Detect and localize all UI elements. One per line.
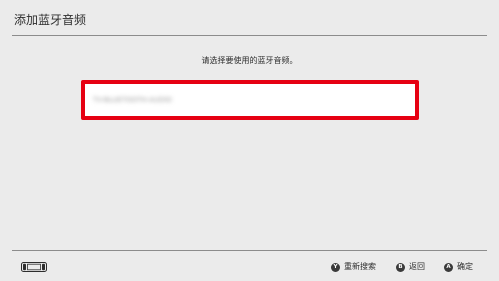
back-button[interactable]: B 返回 xyxy=(396,261,425,273)
joycon-controller-icon xyxy=(21,262,47,272)
y-button-icon: Y xyxy=(331,262,340,272)
header-divider xyxy=(12,35,487,36)
device-name: TV-BLUETOOTH-AUDIO xyxy=(93,96,172,104)
back-label: 返回 xyxy=(409,262,425,271)
b-button-icon: B xyxy=(396,262,405,272)
footer-bar: Y 重新搜索 B 返回 A 确定 xyxy=(0,251,499,281)
research-label: 重新搜索 xyxy=(344,262,376,271)
research-button[interactable]: Y 重新搜索 xyxy=(331,261,376,273)
device-list-item[interactable]: TV-BLUETOOTH-AUDIO xyxy=(81,80,419,120)
page-title: 添加蓝牙音频 xyxy=(14,13,87,27)
confirm-label: 确定 xyxy=(457,262,473,271)
a-button-icon: A xyxy=(444,262,453,272)
instruction-text: 请选择要使用的蓝牙音频。 xyxy=(201,56,298,65)
confirm-button[interactable]: A 确定 xyxy=(444,261,473,273)
bluetooth-audio-screen: 添加蓝牙音频 请选择要使用的蓝牙音频。 TV-BLUETOOTH-AUDIO Y… xyxy=(0,0,499,281)
